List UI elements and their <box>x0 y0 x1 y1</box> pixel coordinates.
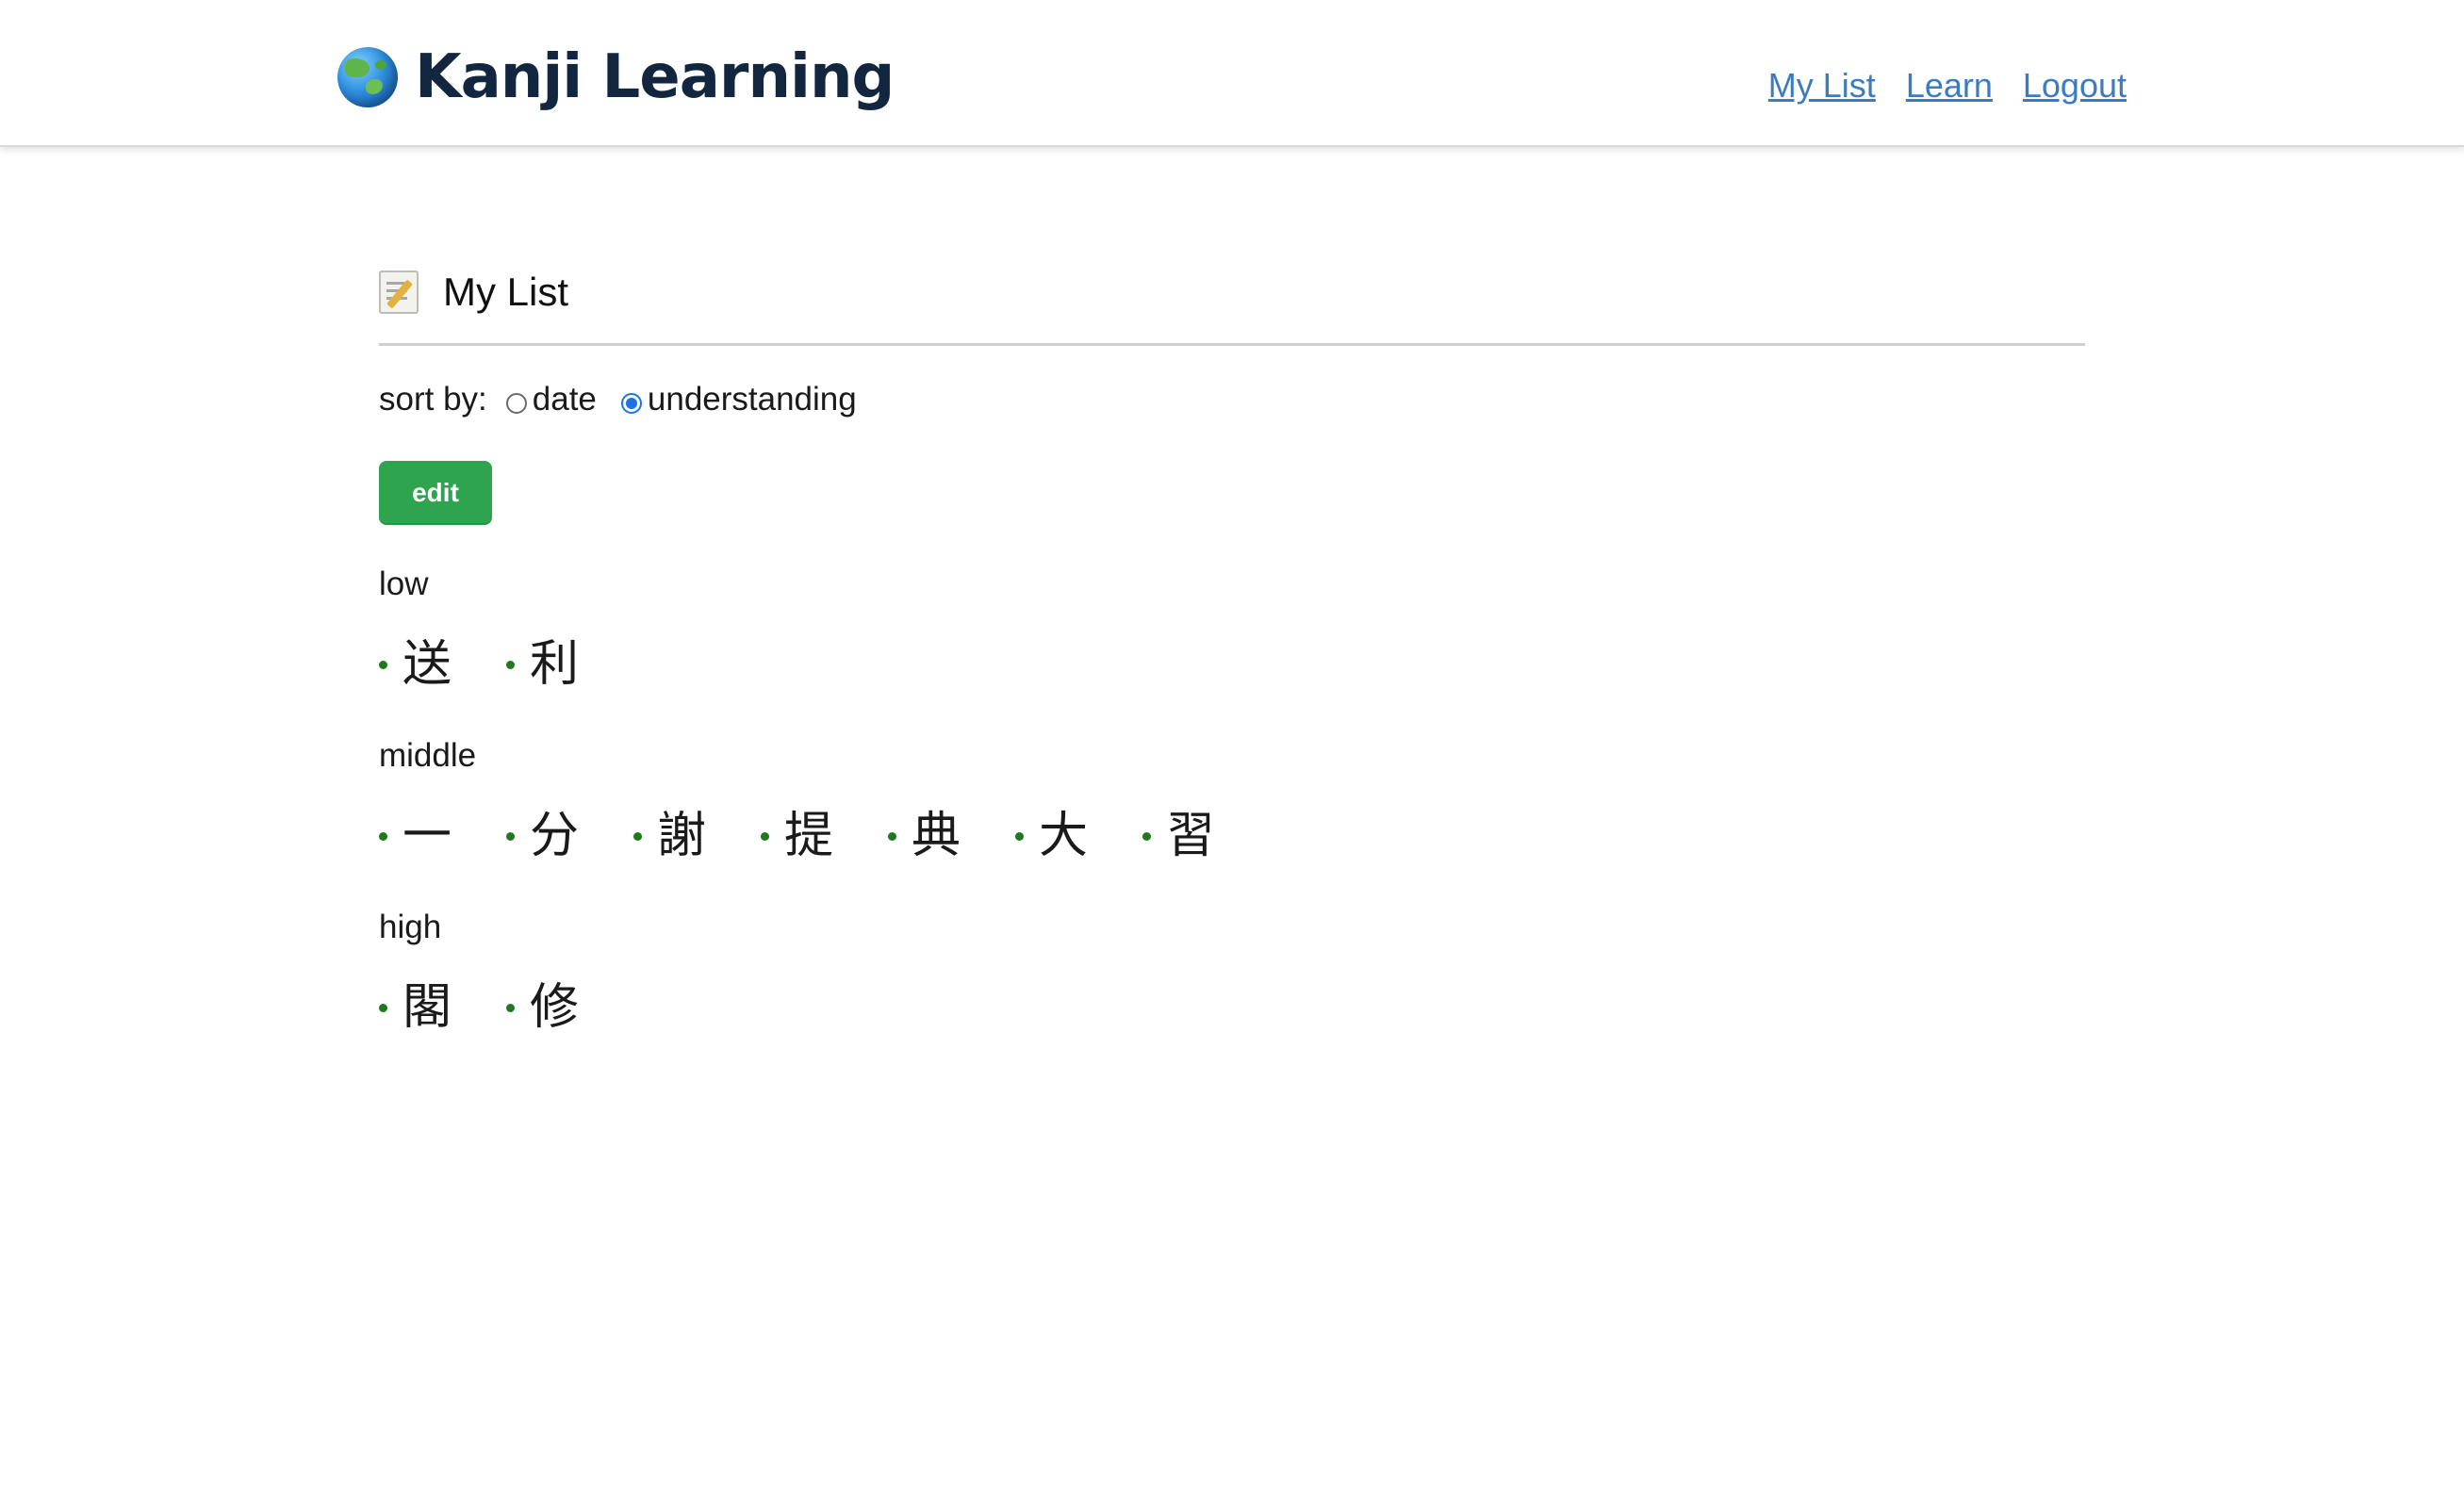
bullet-icon <box>506 1003 515 1012</box>
kanji-character[interactable]: 分 <box>530 795 579 866</box>
kanji-item[interactable]: 習 <box>1142 795 1270 866</box>
bullet-icon <box>888 831 896 841</box>
kanji-item[interactable]: 大 <box>1015 795 1142 866</box>
bullet-icon <box>761 831 769 841</box>
kanji-list: 一分謝提典大習 <box>379 793 2085 868</box>
sort-controls: sort by: date understanding <box>379 376 2085 423</box>
sort-label: sort by: <box>379 381 487 418</box>
kanji-list: 送利 <box>379 621 2085 697</box>
group-low: low 送利 <box>379 561 2085 697</box>
kanji-character[interactable]: 閣 <box>402 967 452 1038</box>
kanji-character[interactable]: 提 <box>784 795 833 866</box>
kanji-item[interactable]: 提 <box>761 795 888 866</box>
kanji-item[interactable]: 閣 <box>379 967 506 1038</box>
sort-understanding-label[interactable]: understanding <box>648 381 857 418</box>
top-navbar: Kanji Learning My List Learn Logout <box>0 0 2464 147</box>
group-label: middle <box>379 737 477 774</box>
globe-icon <box>337 47 398 107</box>
nav-link-learn[interactable]: Learn <box>1906 66 1993 106</box>
sort-date-radio[interactable] <box>505 393 527 414</box>
kanji-character[interactable]: 修 <box>530 967 579 1038</box>
kanji-character[interactable]: 利 <box>530 624 579 695</box>
sort-understanding-radio[interactable] <box>620 393 642 414</box>
kanji-character[interactable]: 送 <box>402 624 452 695</box>
memo-icon <box>379 270 419 314</box>
edit-button[interactable]: edit <box>379 461 492 525</box>
understanding-groups: low 送利 middle 一分謝提典大習 high 閣修 <box>379 561 2085 1040</box>
bullet-icon <box>1142 831 1151 841</box>
main-content: My List sort by: date understanding edit… <box>379 245 2085 1040</box>
nav-link-logout[interactable]: Logout <box>2023 66 2127 106</box>
bullet-icon <box>379 831 387 841</box>
bullet-icon <box>379 1003 387 1012</box>
page-title: My List <box>443 270 569 314</box>
nav-links: My List Learn Logout <box>1768 66 2127 106</box>
kanji-item[interactable]: 修 <box>506 967 633 1038</box>
bullet-icon <box>506 660 515 669</box>
group-label: low <box>379 566 429 602</box>
bullet-icon <box>506 831 515 841</box>
kanji-item[interactable]: 送 <box>379 624 506 695</box>
sort-date-label[interactable]: date <box>533 381 597 418</box>
kanji-item[interactable]: 典 <box>888 795 1015 866</box>
brand-title: Kanji Learning <box>415 42 895 112</box>
bullet-icon <box>1015 831 1024 841</box>
group-high: high 閣修 <box>379 904 2085 1040</box>
nav-link-my-list[interactable]: My List <box>1768 66 1876 106</box>
section-header: My List <box>379 245 2085 346</box>
kanji-character[interactable]: 謝 <box>657 795 706 866</box>
kanji-character[interactable]: 大 <box>1039 795 1088 866</box>
bullet-icon <box>379 660 387 669</box>
group-label: high <box>379 909 442 945</box>
kanji-list: 閣修 <box>379 964 2085 1040</box>
kanji-item[interactable]: 一 <box>379 795 506 866</box>
brand[interactable]: Kanji Learning <box>337 40 895 115</box>
kanji-character[interactable]: 習 <box>1166 795 1215 866</box>
kanji-item[interactable]: 利 <box>506 624 633 695</box>
kanji-character[interactable]: 典 <box>912 795 961 866</box>
bullet-icon <box>633 831 642 841</box>
group-middle: middle 一 分 謝 提 典 大 習 <box>379 732 2085 868</box>
kanji-character[interactable]: 一 <box>402 795 452 866</box>
kanji-item[interactable]: 分 <box>506 795 633 866</box>
kanji-item[interactable]: 謝 <box>633 795 761 866</box>
